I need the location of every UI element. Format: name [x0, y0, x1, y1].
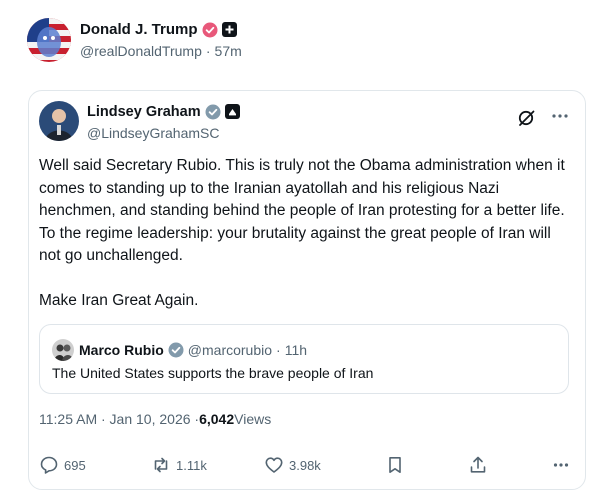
quoted-time[interactable]: 11h [285, 342, 307, 358]
action-bar: 695 1.11k 3.98k [29, 455, 587, 485]
views-count: 6,042 [199, 411, 235, 427]
repost-count: 1.11k [176, 457, 207, 473]
repost-author-handle[interactable]: @LindseyGrahamSC [87, 125, 240, 141]
separator: · [276, 342, 281, 358]
grok-icon[interactable] [517, 108, 537, 128]
reply-count: 695 [64, 457, 86, 473]
avatar[interactable] [27, 18, 71, 62]
verified-badge-icon[interactable] [168, 342, 184, 358]
bookmark-button[interactable] [385, 455, 405, 475]
repost-icon [154, 457, 168, 473]
timestamp-text[interactable]: 11:25 AM · Jan 10, 2026 · [39, 411, 199, 427]
quoted-tweet-text: The United States supports the brave peo… [52, 365, 374, 381]
author-name[interactable]: Donald J. Trump [80, 21, 198, 38]
post-time[interactable]: 57m [215, 43, 242, 59]
repost-author-name[interactable]: Lindsey Graham [87, 104, 201, 120]
square-affiliation-icon[interactable] [221, 22, 237, 37]
more-icon[interactable] [549, 105, 571, 127]
share-icon [470, 456, 486, 473]
reposted-tweet-card[interactable]: Lindsey Graham @LindseyGrahamSC Well sai… [28, 90, 586, 490]
quoted-author-handle[interactable]: @marcorubio [188, 342, 272, 358]
quoted-tweet-header: Marco Rubio @marcorubio · 11h [52, 339, 307, 361]
bookmark-icon [389, 457, 401, 473]
tweet-paragraph: Make Iran Great Again. [39, 291, 199, 309]
quoted-tweet[interactable]: Marco Rubio @marcorubio · 11h The United… [39, 324, 569, 394]
repost-button[interactable]: 1.11k [151, 455, 207, 475]
post-header: Donald J. Trump @realDonaldTrump · 57m [27, 16, 242, 64]
reply-icon [40, 456, 58, 474]
quoted-author-name[interactable]: Marco Rubio [79, 342, 164, 358]
avatar[interactable] [39, 101, 79, 141]
verified-badge-icon[interactable] [202, 22, 218, 38]
more-icon[interactable] [551, 455, 571, 475]
like-button[interactable]: 3.98k [264, 455, 321, 475]
repost-header: Lindsey Graham @LindseyGrahamSC [39, 101, 240, 141]
like-icon [265, 457, 283, 473]
views-label: Views [234, 411, 272, 427]
reply-button[interactable]: 695 [39, 455, 86, 475]
share-button[interactable] [468, 455, 488, 475]
author-handle[interactable]: @realDonaldTrump [80, 43, 202, 59]
like-count: 3.98k [289, 457, 321, 473]
square-affiliation-icon[interactable] [224, 104, 240, 119]
tweet-paragraph: Well said Secretary Rubio. This is truly… [39, 157, 565, 264]
tweet-text: Well said Secretary Rubio. This is truly… [39, 155, 567, 334]
separator: · [205, 42, 211, 59]
tweet-timestamp: 11:25 AM · Jan 10, 2026 · 6,042 Views [39, 411, 271, 427]
verified-badge-icon[interactable] [205, 104, 221, 120]
avatar[interactable] [52, 339, 74, 361]
